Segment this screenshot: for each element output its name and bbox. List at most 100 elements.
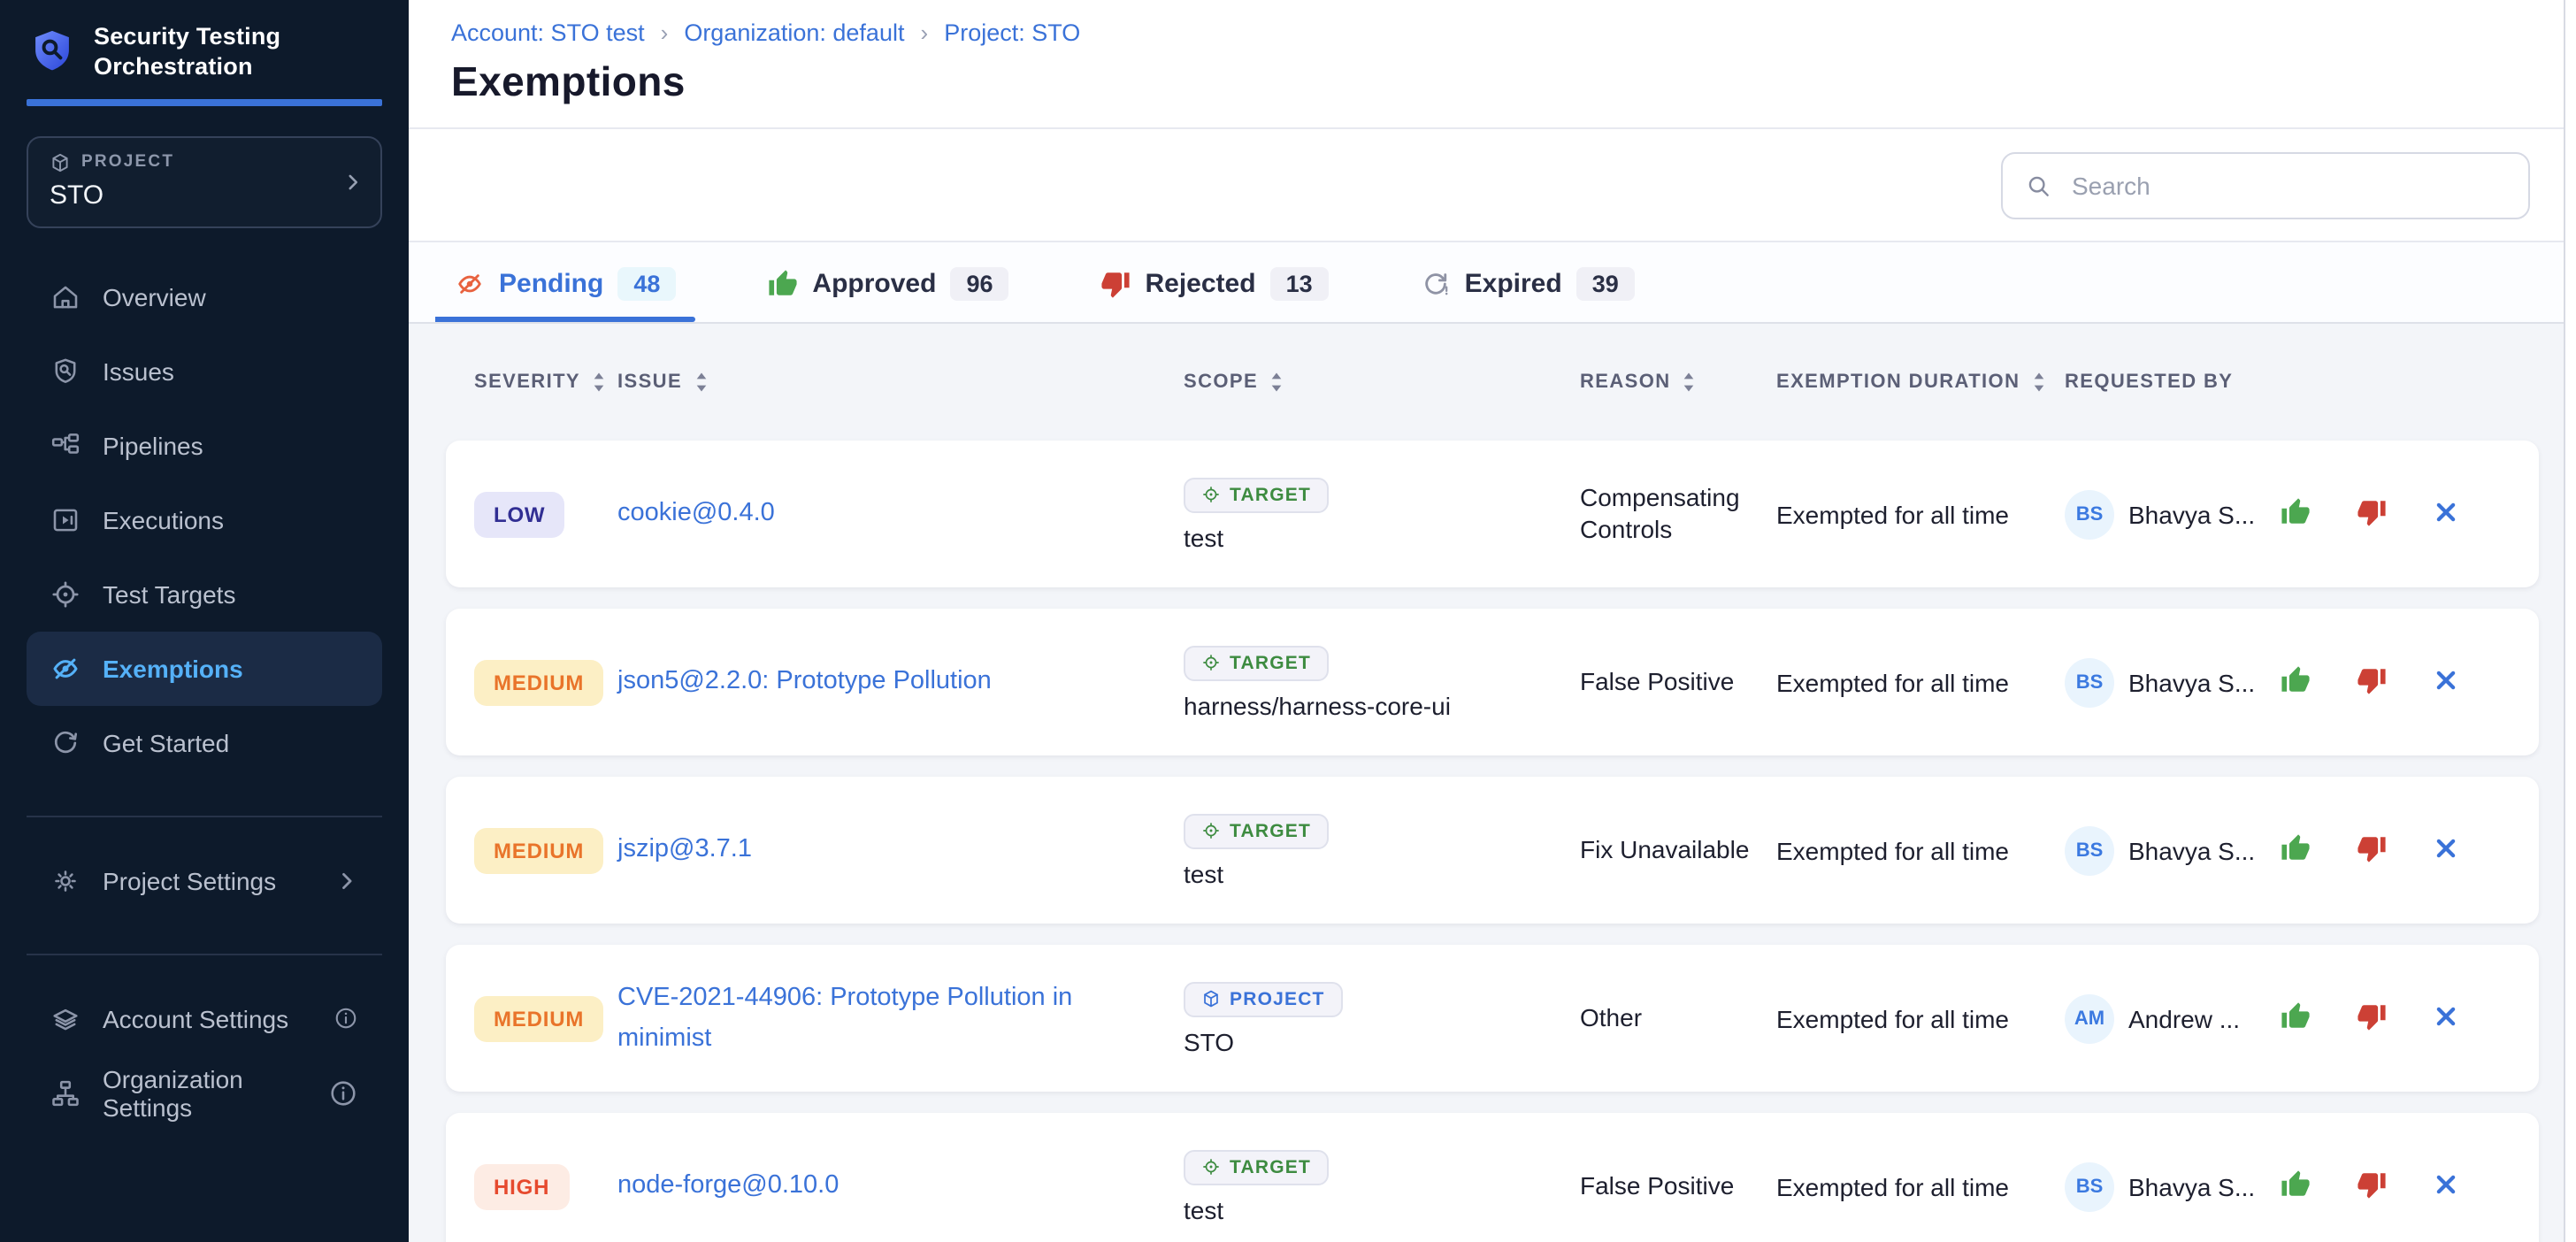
issue-link[interactable]: json5@2.2.0: Prototype Pollution	[617, 663, 1034, 702]
avatar: BS	[2065, 1162, 2114, 1211]
duration-text: Exempted for all time	[1776, 668, 2065, 696]
cancel-button[interactable]	[2433, 1002, 2459, 1034]
cancel-button[interactable]	[2433, 666, 2459, 698]
reject-button[interactable]	[2357, 496, 2387, 532]
cancel-button[interactable]	[2433, 834, 2459, 866]
shield-search-icon	[50, 355, 81, 387]
breadcrumb-link-project-sto[interactable]: Project: STO	[944, 19, 1080, 46]
issue-link[interactable]: node-forge@0.10.0	[617, 1167, 881, 1207]
info-icon[interactable]	[327, 1077, 359, 1108]
cancel-button[interactable]	[2433, 498, 2459, 530]
sort-icon[interactable]	[1267, 370, 1286, 395]
search-box	[2001, 151, 2530, 218]
exemptions-table: SEVERITY ISSUE SCOPE REASON EXEMPTION DU…	[409, 324, 2576, 1242]
thumb-down-icon	[2357, 664, 2387, 694]
target-icon	[1201, 653, 1221, 672]
sort-icon[interactable]	[691, 370, 710, 395]
issue-link[interactable]: jszip@3.7.1	[617, 831, 794, 870]
search-icon	[2024, 171, 2052, 199]
avatar: BS	[2065, 657, 2114, 707]
column-header-severity[interactable]: SEVERITY	[474, 370, 617, 395]
sidebar-item-overview[interactable]: Overview	[27, 259, 382, 334]
approve-button[interactable]	[2281, 1169, 2311, 1204]
tab-expired[interactable]: Expired 39	[1417, 267, 1638, 322]
project-selector-value: STO	[50, 180, 359, 210]
project-selector[interactable]: PROJECT STO	[27, 135, 382, 227]
tab-label: Pending	[499, 269, 603, 299]
thumb-up-icon	[2281, 664, 2311, 694]
tab-approved[interactable]: Approved 96	[764, 267, 1012, 322]
severity-badge: HIGH	[474, 1163, 569, 1209]
scope-type-label: TARGET	[1230, 484, 1311, 505]
tab-pending[interactable]: Pending 48	[451, 267, 679, 322]
sidebar-item-exemptions[interactable]: Exemptions	[27, 631, 382, 705]
info-icon[interactable]	[333, 1005, 359, 1031]
sidebar-item-pipelines[interactable]: Pipelines	[27, 408, 382, 482]
sidebar-item-project-settings[interactable]: Project Settings	[27, 843, 382, 917]
sort-icon[interactable]	[1680, 370, 1699, 395]
sidebar-item-test-targets[interactable]: Test Targets	[27, 556, 382, 631]
scope-name: test	[1184, 523, 1223, 551]
sidebar-item-get-started[interactable]: Get Started	[27, 705, 382, 779]
reject-button[interactable]	[2357, 832, 2387, 868]
thumb-up-icon	[2281, 1169, 2311, 1199]
approve-button[interactable]	[2281, 664, 2311, 700]
column-header-issue[interactable]: ISSUE	[617, 370, 1184, 395]
app-switcher-icon[interactable]	[354, 37, 384, 67]
issue-link[interactable]: cookie@0.4.0	[617, 494, 817, 534]
requester-name: Bhavya S...	[2128, 1172, 2255, 1200]
breadcrumb-link-account-sto-test[interactable]: Account: STO test	[451, 19, 645, 46]
sidebar-item-executions[interactable]: Executions	[27, 482, 382, 556]
approve-button[interactable]	[2281, 832, 2311, 868]
scope-type-label: TARGET	[1230, 1156, 1311, 1177]
chevron-right-icon	[334, 868, 359, 893]
table-row: HIGH node-forge@0.10.0 TARGET test False…	[446, 1113, 2539, 1242]
sort-icon[interactable]	[589, 370, 609, 395]
scrollbar-track[interactable]	[2564, 0, 2576, 1242]
thumb-down-icon	[2357, 496, 2387, 526]
duration-text: Exempted for all time	[1776, 500, 2065, 528]
sort-icon[interactable]	[2028, 370, 2048, 395]
app-header: Security Testing Orchestration	[0, 0, 409, 98]
sidebar: Security Testing Orchestration PROJECT S…	[0, 0, 409, 1242]
sidebar-item-account-settings[interactable]: Account Settings	[27, 981, 382, 1055]
sidebar-item-issues[interactable]: Issues	[27, 334, 382, 408]
tab-rejected[interactable]: Rejected 13	[1098, 267, 1332, 322]
approve-button[interactable]	[2281, 496, 2311, 532]
x-icon	[2433, 666, 2459, 693]
scope-chip: TARGET	[1184, 477, 1329, 512]
approve-button[interactable]	[2281, 1000, 2311, 1036]
reject-button[interactable]	[2357, 1000, 2387, 1036]
toolbar	[409, 129, 2576, 242]
scope-name: STO	[1184, 1027, 1234, 1055]
reject-button[interactable]	[2357, 664, 2387, 700]
sidebar-item-label: Executions	[103, 505, 224, 533]
search-input[interactable]	[2068, 169, 2507, 201]
breadcrumb-link-organization-default[interactable]: Organization: default	[684, 19, 904, 46]
reject-button[interactable]	[2357, 1169, 2387, 1204]
issue-link[interactable]: CVE-2021-44906: Prototype Pollution in m…	[617, 978, 1184, 1058]
reason-text: Other	[1580, 1003, 1776, 1034]
reason-text: False Positive	[1580, 667, 1776, 698]
row-actions	[2281, 1000, 2539, 1036]
breadcrumb-separator-icon: ›	[661, 19, 669, 46]
column-header-requested-by[interactable]: REQUESTED BY	[2065, 372, 2281, 393]
table-row: LOW cookie@0.4.0 TARGET test Compensatin…	[446, 441, 2539, 587]
tab-label: Approved	[812, 269, 936, 299]
column-header-reason[interactable]: REASON	[1580, 370, 1776, 395]
column-header-exemption-duration[interactable]: EXEMPTION DURATION	[1776, 370, 2065, 395]
tab-count-badge: 48	[617, 267, 676, 301]
duration-text: Exempted for all time	[1776, 1004, 2065, 1032]
thumb-down-icon	[1101, 269, 1131, 299]
sidebar-item-organization-settings[interactable]: Organization Settings	[27, 1055, 382, 1130]
cancel-button[interactable]	[2433, 1170, 2459, 1202]
executions-icon	[50, 503, 81, 535]
cube-icon	[1201, 989, 1221, 1008]
duration-text: Exempted for all time	[1776, 836, 2065, 864]
sidebar-item-label: Pipelines	[103, 431, 203, 459]
reason-text: Fix Unavailable	[1580, 835, 1776, 866]
gear-icon	[50, 864, 81, 896]
eye-off-icon	[455, 269, 485, 299]
column-header-scope[interactable]: SCOPE	[1184, 370, 1580, 395]
scope-type-label: TARGET	[1230, 652, 1311, 673]
